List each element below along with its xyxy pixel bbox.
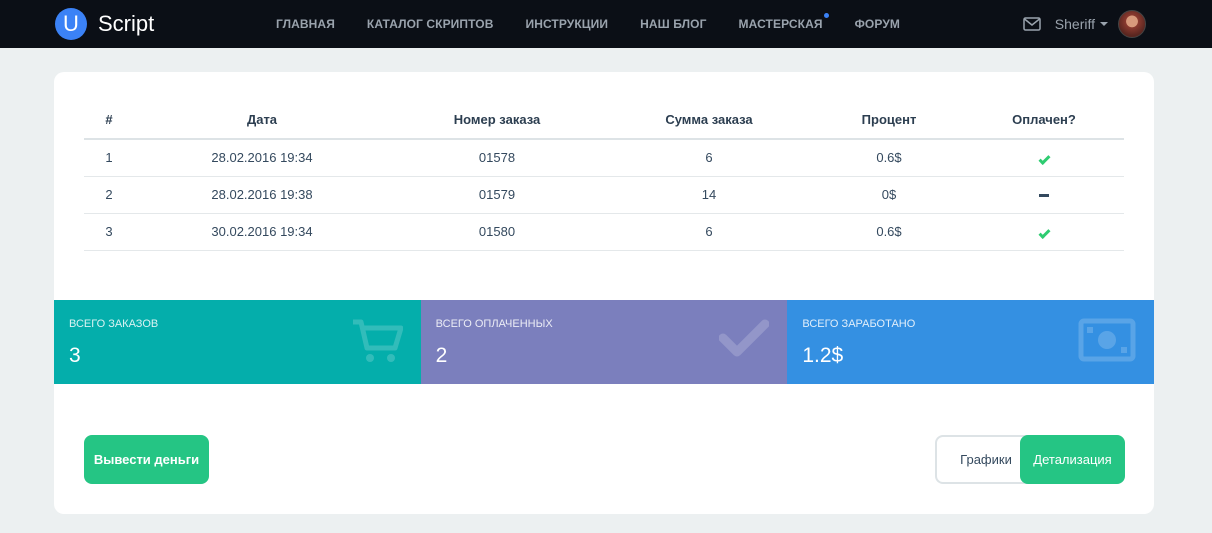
stat-value: 1.2$	[802, 344, 844, 367]
col-header-paid: Оплачен?	[964, 100, 1124, 140]
table-row: 1 28.02.2016 19:34 01578 6 0.6$	[84, 139, 1124, 177]
cell-percent: 0$	[814, 176, 964, 214]
stat-total-earned: Всего заработано 1.2$	[787, 300, 1154, 384]
stats-panel: Всего заказов 3 Всего оплаченных 2 Всего…	[54, 300, 1154, 384]
cell-num: 1	[84, 139, 134, 177]
cell-paid	[964, 213, 1124, 251]
col-header-date: Дата	[134, 100, 390, 140]
stat-label: Всего оплаченных	[435, 318, 553, 330]
avatar[interactable]	[1118, 10, 1146, 38]
cell-paid	[964, 139, 1124, 177]
nav-link-workshop-label: Мастерская	[738, 17, 823, 31]
col-header-num: #	[84, 100, 134, 140]
orders-table: # Дата Номер заказа Сумма заказа Процент…	[84, 100, 1124, 251]
cell-date: 28.02.2016 19:38	[134, 176, 390, 214]
cell-percent: 0.6$	[814, 139, 964, 177]
table-row: 3 30.02.2016 19:34 01580 6 0.6$	[84, 213, 1124, 251]
cell-order: 01580	[390, 213, 604, 251]
nav-link-blog[interactable]: Наш блог	[640, 17, 706, 31]
orders-card: # Дата Номер заказа Сумма заказа Процент…	[54, 72, 1154, 514]
check-icon	[1037, 153, 1051, 166]
cell-date: 30.02.2016 19:34	[134, 213, 390, 251]
stat-label: Всего заказов	[69, 318, 159, 330]
stat-total-paid: Всего оплаченных 2	[420, 300, 788, 384]
nav-link-home[interactable]: Главная	[276, 17, 335, 31]
col-header-sum: Сумма заказа	[604, 100, 814, 140]
notification-dot	[823, 13, 829, 18]
top-navbar: U Script Главная Каталог скриптов Инстру…	[0, 0, 1212, 48]
cell-sum: 14	[604, 176, 814, 214]
stat-value: 2	[435, 344, 448, 367]
mail-icon[interactable]	[1023, 17, 1041, 31]
cell-percent: 0.6$	[814, 213, 964, 251]
logo-icon: U	[55, 8, 87, 40]
nav-link-workshop[interactable]: Мастерская	[738, 13, 829, 31]
col-header-order: Номер заказа	[390, 100, 604, 140]
cell-num: 3	[84, 213, 134, 251]
minus-icon	[1039, 194, 1049, 198]
nav-link-forum[interactable]: Форум	[855, 17, 900, 31]
cell-date: 28.02.2016 19:34	[134, 139, 390, 177]
check-icon	[1037, 226, 1051, 240]
table-row: 2 28.02.2016 19:38 01579 14 0$	[84, 176, 1124, 214]
cart-icon	[352, 319, 403, 362]
money-icon	[1078, 318, 1136, 362]
cell-num: 2	[84, 176, 134, 214]
username[interactable]: Sheriff	[1055, 16, 1095, 32]
cell-sum: 6	[604, 213, 814, 251]
cell-order: 01578	[390, 139, 604, 177]
logo-text: Script	[98, 11, 155, 36]
details-button[interactable]: Детализация	[1020, 435, 1125, 484]
nav-menu: Главная Каталог скриптов Инструкции Наш …	[260, 0, 916, 48]
stat-total-orders: Всего заказов 3	[54, 300, 421, 384]
nav-link-instructions[interactable]: Инструкции	[525, 17, 608, 31]
cell-sum: 6	[604, 139, 814, 177]
logo[interactable]: U Script	[55, 8, 154, 40]
cell-order: 01579	[390, 176, 604, 214]
col-header-percent: Процент	[814, 100, 964, 140]
table-header-row: # Дата Номер заказа Сумма заказа Процент…	[84, 100, 1124, 140]
cell-paid	[964, 176, 1124, 214]
chevron-down-icon[interactable]	[1100, 22, 1108, 26]
user-area: Sheriff	[1023, 8, 1146, 40]
stat-value: 3	[69, 344, 81, 367]
stat-label: Всего заработано	[802, 318, 916, 330]
nav-link-catalog[interactable]: Каталог скриптов	[367, 17, 494, 31]
withdraw-button[interactable]: Вывести деньги	[84, 435, 209, 484]
check-icon	[719, 319, 770, 357]
